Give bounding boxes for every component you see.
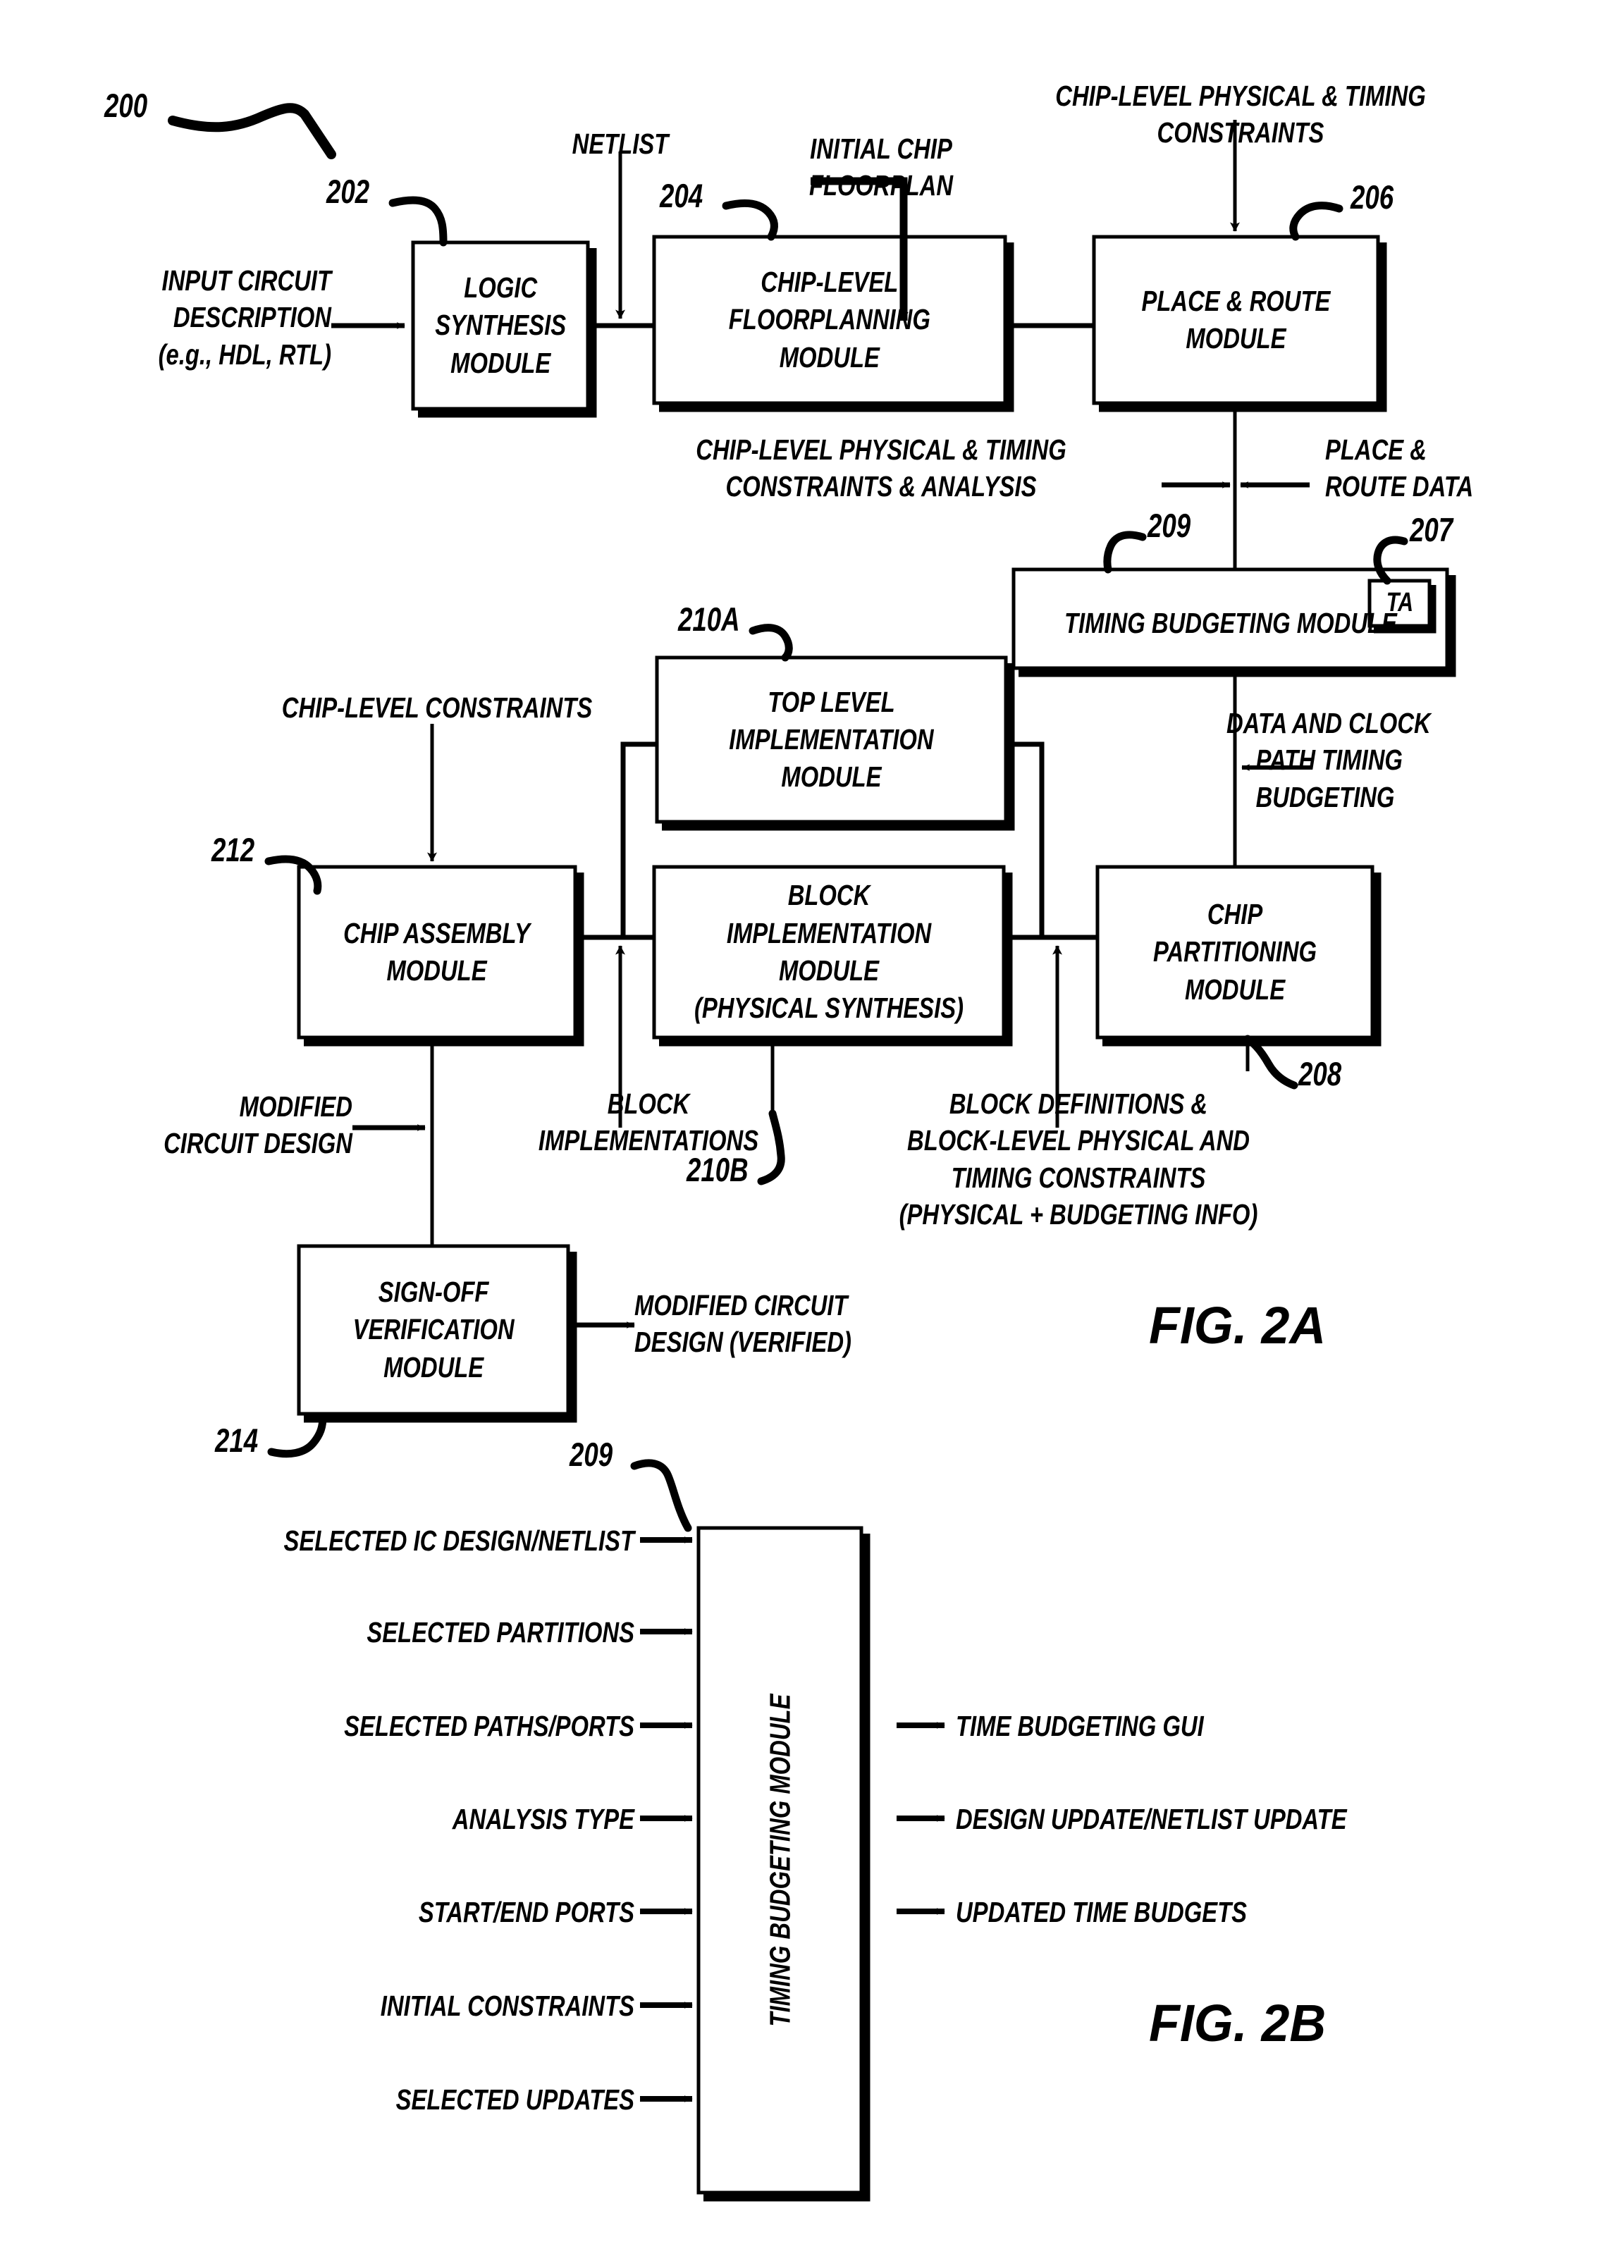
ref-numeral-214: 214 xyxy=(215,1422,259,1459)
timing-analysis-badge-label: TA xyxy=(1386,588,1413,618)
prd-line-1: PLACE & xyxy=(1325,433,1427,466)
bd-line-3: TIMING CONSTRAINTS xyxy=(951,1161,1206,1194)
top-level-impl-line-2: IMPLEMENTATION xyxy=(729,722,934,756)
sign-off-line-3: MODULE xyxy=(383,1350,484,1383)
block-impl-line-2: MODULE xyxy=(778,954,880,987)
place-route-line-1: PLACE & ROUTE xyxy=(1141,284,1331,317)
fig2b-output-1: TIME BUDGETING GUI xyxy=(956,1710,1204,1742)
label-modified-circuit-design-verified: MODIFIED CIRCUIT DESIGN (VERIFIED) xyxy=(634,1287,950,1361)
bi-line-2: IMPLEMENTATIONS xyxy=(538,1124,759,1157)
label-netlist: NETLIST xyxy=(536,125,705,162)
clca-line-1: CHIP-LEVEL PHYSICAL & TIMING xyxy=(696,433,1066,466)
block-impl-line-3: (PHYSICAL SYNTHESIS) xyxy=(694,992,964,1025)
ref-numeral-212: 212 xyxy=(211,831,255,868)
fig2b-output-3: UPDATED TIME BUDGETS xyxy=(956,1896,1248,1928)
label-modified-circuit-design: MODIFIED CIRCUIT DESIGN xyxy=(87,1088,352,1162)
ref-numeral-208: 208 xyxy=(1298,1055,1342,1092)
input-circuit-line-3: (e.g., HDL, RTL) xyxy=(158,338,331,371)
sign-off-line-2: VERIFICATION xyxy=(352,1313,515,1346)
fig2b-input-2: SELECTED PARTITIONS xyxy=(367,1616,634,1648)
sign-off-line-1: SIGN-OFF xyxy=(378,1276,489,1309)
chip-floorplanning-line-3: MODULE xyxy=(779,340,880,374)
label-block-definitions-and-constraints: BLOCK DEFINITIONS & BLOCK-LEVEL PHYSICAL… xyxy=(881,1085,1276,1233)
ref-numeral-206: 206 xyxy=(1351,178,1394,216)
label-chip-level-constraints: CHIP-LEVEL CONSTRAINTS xyxy=(245,689,629,726)
block-impl-line-1: BLOCK IMPLEMENTATION xyxy=(726,879,932,949)
clc-text: CHIP-LEVEL CONSTRAINTS xyxy=(281,691,593,724)
bd-line-1: BLOCK DEFINITIONS & xyxy=(949,1087,1208,1120)
top-level-impl-line-1: TOP LEVEL xyxy=(768,685,895,718)
top-level-impl-line-3: MODULE xyxy=(781,760,882,794)
label-input-circuit-description: INPUT CIRCUIT DESCRIPTION (e.g., HDL, RT… xyxy=(66,262,331,373)
input-circuit-line-1: INPUT CIRCUIT xyxy=(161,264,331,297)
chip-partitioning-line-1: CHIP xyxy=(1207,898,1263,931)
box-timing-budgeting-module[interactable]: TIMING BUDGETING MODULE xyxy=(1014,603,1447,645)
chip-floorplanning-line-1: CHIP-LEVEL xyxy=(761,266,899,299)
fig2b-input-5: START/END PORTS xyxy=(418,1896,634,1928)
box-sign-off-verification-module[interactable]: SIGN-OFF VERIFICATION MODULE xyxy=(299,1246,568,1414)
fig2b-input-7: SELECTED UPDATES xyxy=(395,2083,634,2116)
ref-numeral-202: 202 xyxy=(326,173,370,210)
prd-line-2: ROUTE DATA xyxy=(1325,470,1474,503)
clptc-line-2: CONSTRAINTS xyxy=(1157,116,1324,149)
box-top-level-implementation-module[interactable]: TOP LEVEL IMPLEMENTATION MODULE xyxy=(657,658,1006,822)
ref-numeral-209-fig2b: 209 xyxy=(570,1436,613,1473)
box-chip-assembly-module[interactable]: CHIP ASSEMBLY MODULE xyxy=(299,867,575,1037)
box-chip-level-floorplanning-module[interactable]: CHIP-LEVEL FLOORPLANNING MODULE xyxy=(654,237,1005,403)
box-block-implementation-module[interactable]: BLOCK IMPLEMENTATION MODULE (PHYSICAL SY… xyxy=(648,867,1009,1037)
input-circuit-line-2: DESCRIPTION xyxy=(173,301,331,334)
dacp-line-1: DATA AND CLOCK xyxy=(1226,707,1431,739)
bd-line-2: BLOCK-LEVEL PHYSICAL AND xyxy=(907,1124,1250,1157)
timing-analysis-badge[interactable]: TA xyxy=(1370,581,1429,626)
bi-line-1: BLOCK xyxy=(607,1087,690,1120)
fig2b-input-3: SELECTED PATHS/PORTS xyxy=(344,1710,634,1742)
logic-synthesis-line-1: LOGIC xyxy=(464,271,537,304)
ref-numeral-200: 200 xyxy=(104,87,148,124)
netlist-text: NETLIST xyxy=(572,128,669,160)
ref-numeral-209: 209 xyxy=(1148,507,1191,544)
box-chip-partitioning-module[interactable]: CHIP PARTITIONING MODULE xyxy=(1097,867,1372,1037)
fig2b-input-6: INITIAL CONSTRAINTS xyxy=(380,1990,634,2022)
chip-floorplanning-line-2: FLOORPLANNING xyxy=(728,303,931,336)
mcdv-line-1: MODIFIED CIRCUIT xyxy=(634,1289,848,1321)
initial-floorplan-line-2: FLOORPLAN xyxy=(808,169,954,202)
figure-2a-caption: FIG. 2A xyxy=(1149,1296,1327,1355)
box-timing-budgeting-module-fig2b[interactable]: TIMING BUDGETING MODULE xyxy=(699,1528,861,2193)
initial-floorplan-line-1: INITIAL CHIP xyxy=(810,132,952,165)
mcd-line-1: MODIFIED xyxy=(239,1090,352,1123)
fig2b-input-4: ANALYSIS TYPE xyxy=(452,1803,634,1835)
fig2b-input-1: SELECTED IC DESIGN/NETLIST xyxy=(283,1524,634,1557)
label-chip-level-physical-timing-constraints: CHIP-LEVEL PHYSICAL & TIMING CONSTRAINTS xyxy=(1026,78,1455,152)
box-logic-synthesis-module[interactable]: LOGIC SYNTHESIS MODULE xyxy=(413,242,588,409)
figure-2b-caption: FIG. 2B xyxy=(1149,1994,1327,2052)
chip-assembly-line-1: CHIP ASSEMBLY xyxy=(343,916,531,949)
chip-partitioning-line-3: MODULE xyxy=(1184,973,1286,1006)
mcdv-line-2: DESIGN (VERIFIED) xyxy=(634,1326,851,1359)
label-chip-level-constraints-and-analysis: CHIP-LEVEL PHYSICAL & TIMING CONSTRAINTS… xyxy=(661,431,1101,505)
timing-budgeting-module-vertical-label: TIMING BUDGETING MODULE xyxy=(763,1694,796,2027)
fig2b-output-2: DESIGN UPDATE/NETLIST UPDATE xyxy=(956,1803,1347,1835)
box-place-and-route-module[interactable]: PLACE & ROUTE MODULE xyxy=(1094,237,1378,403)
mcd-line-2: CIRCUIT DESIGN xyxy=(164,1127,353,1160)
place-route-line-2: MODULE xyxy=(1186,322,1286,355)
label-place-and-route-data: PLACE & ROUTE DATA xyxy=(1325,431,1562,505)
dacp-line-3: BUDGETING xyxy=(1255,780,1395,813)
bd-line-4: (PHYSICAL + BUDGETING INFO) xyxy=(899,1198,1258,1231)
clca-line-2: CONSTRAINTS & ANALYSIS xyxy=(725,470,1037,503)
timing-budgeting-label: TIMING BUDGETING MODULE xyxy=(1064,607,1397,640)
patent-figure-sheet: 200 202 204 206 209 207 210A 212 210B 20… xyxy=(0,0,1624,2268)
label-initial-chip-floorplan: INITIAL CHIP FLOORPLAN xyxy=(780,130,983,204)
ref-numeral-210a: 210A xyxy=(678,600,740,638)
logic-synthesis-line-2: SYNTHESIS xyxy=(435,309,566,342)
chip-partitioning-line-2: PARTITIONING xyxy=(1152,935,1317,968)
clptc-line-1: CHIP-LEVEL PHYSICAL & TIMING xyxy=(1055,80,1426,112)
dacp-line-2: PATH TIMING xyxy=(1255,744,1403,777)
chip-assembly-line-2: MODULE xyxy=(386,954,488,987)
logic-synthesis-line-3: MODULE xyxy=(450,346,551,379)
ref-numeral-207: 207 xyxy=(1410,511,1453,548)
label-block-implementations: BLOCK IMPLEMENTATIONS xyxy=(502,1085,795,1159)
label-data-and-clock-path-timing-budgeting: DATA AND CLOCK PATH TIMING BUDGETING xyxy=(1226,705,1497,815)
ref-numeral-204: 204 xyxy=(660,177,703,214)
